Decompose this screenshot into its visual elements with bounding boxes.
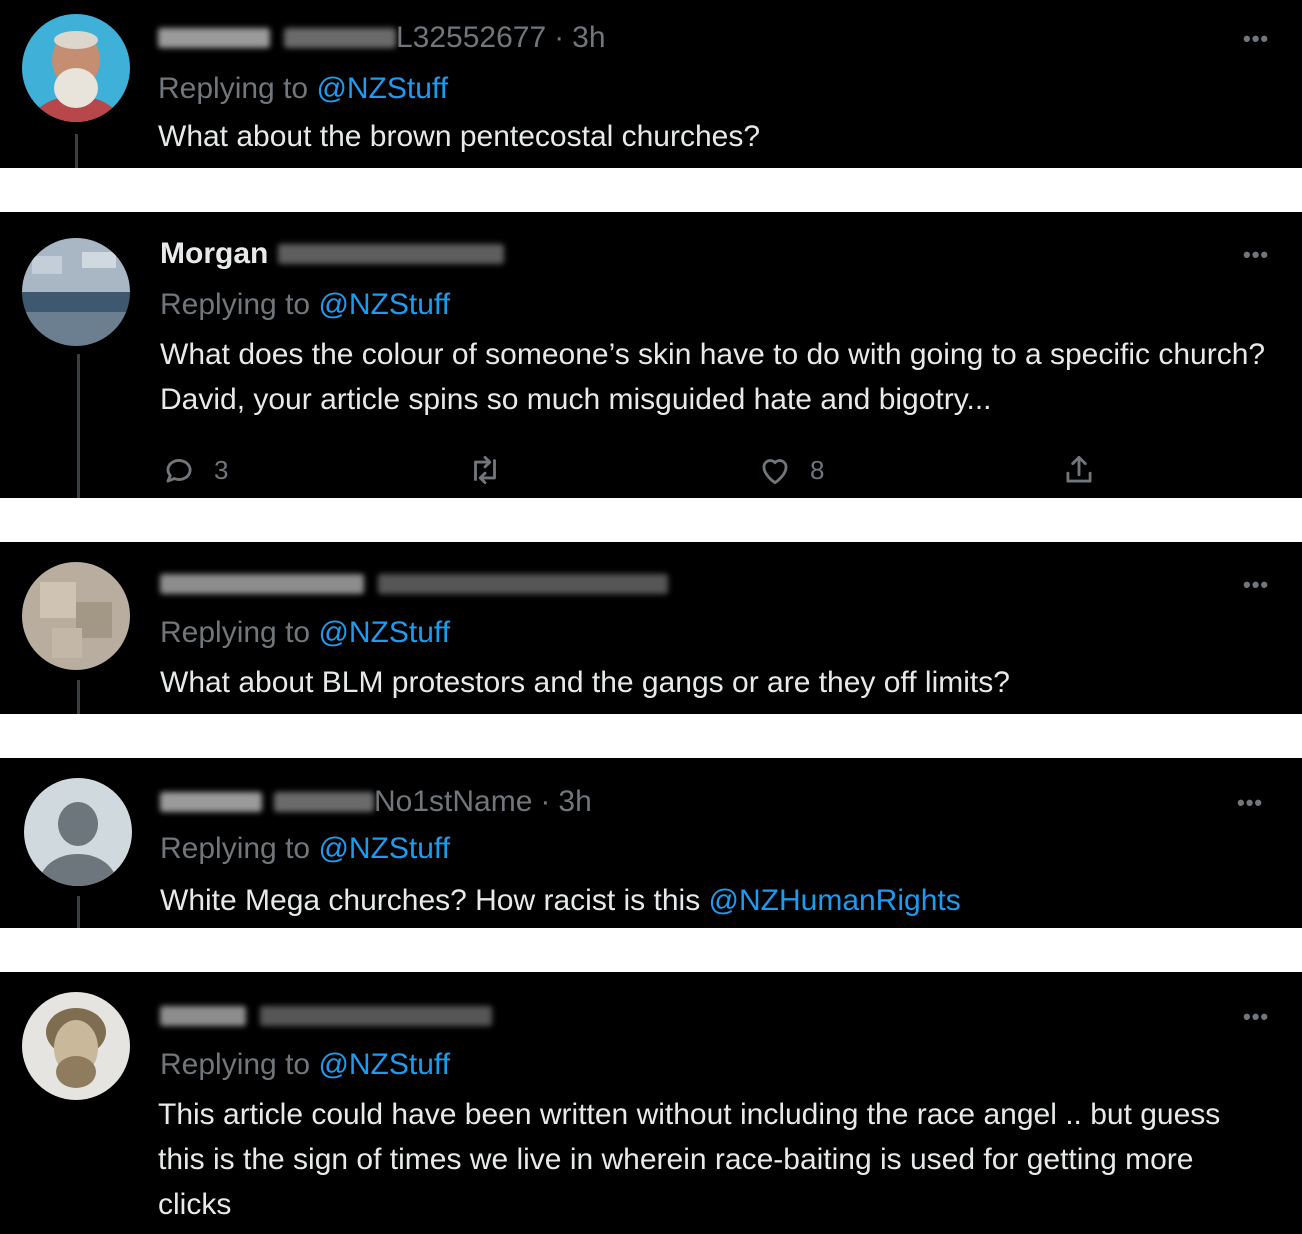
redacted-name <box>158 28 270 48</box>
mention-link[interactable]: @NZHumanRights <box>709 884 961 917</box>
tweet-text: What does the colour of someone’s skin h… <box>160 338 1266 416</box>
thread-line <box>75 134 78 168</box>
mention-link[interactable]: @NZStuff <box>316 72 448 105</box>
replying-to: Replying to @NZStuff <box>160 832 450 866</box>
tweet-card-5[interactable]: ••• Replying to @NZStuff This article co… <box>0 972 1302 1234</box>
more-icon[interactable]: ••• <box>1243 242 1269 268</box>
replying-prefix: Replying to <box>160 616 319 649</box>
reply-icon <box>166 459 192 483</box>
tweet-text: White Mega churches? How racist is this … <box>160 878 1272 923</box>
user-handle[interactable]: L32552677 <box>396 21 546 55</box>
tweet-header: L32552677 · 3h <box>158 18 606 58</box>
share-icon <box>1066 455 1092 483</box>
timestamp[interactable]: 3h <box>572 21 605 55</box>
tweet-card-2[interactable]: Morgan ••• Replying to @NZStuff What doe… <box>0 212 1302 498</box>
redacted-handle <box>284 28 396 48</box>
more-icon[interactable]: ••• <box>1243 1004 1269 1030</box>
replying-prefix: Replying to <box>160 288 319 321</box>
user-avatar[interactable] <box>24 778 132 886</box>
tweet-text: This article could have been written wit… <box>158 1098 1221 1221</box>
redacted-name <box>160 792 262 812</box>
timestamp[interactable]: 3h <box>558 785 591 819</box>
tweet-card-4[interactable]: No1stName · 3h ••• Replying to @NZStuff … <box>0 758 1302 928</box>
separator-dot: · <box>554 21 565 54</box>
like-count: 8 <box>810 454 825 485</box>
tweet-text-body: White Mega churches? How racist is this <box>160 884 709 917</box>
replying-prefix: Replying to <box>158 72 317 105</box>
tweet-header <box>160 996 492 1036</box>
user-handle[interactable]: No1stName <box>374 785 532 819</box>
user-avatar[interactable] <box>22 238 130 346</box>
redacted-name <box>160 574 364 594</box>
tweet-header: Morgan <box>160 234 505 274</box>
mention-link[interactable]: @NZStuff <box>318 616 450 649</box>
more-icon[interactable]: ••• <box>1243 26 1269 52</box>
mention-link[interactable]: @NZStuff <box>318 832 450 865</box>
tweet-header <box>160 564 668 604</box>
replying-to: Replying to @NZStuff <box>160 616 450 650</box>
redacted-handle <box>260 1006 492 1026</box>
mention-link[interactable]: @NZStuff <box>318 1048 450 1081</box>
tweet-actions: 3 8 <box>160 448 1120 492</box>
redacted-handle <box>278 244 505 264</box>
redacted-handle <box>378 574 668 594</box>
replying-to: Replying to @NZStuff <box>160 1048 450 1082</box>
like-button[interactable]: 8 <box>756 448 824 492</box>
redacted-name <box>160 1006 246 1026</box>
thread-line <box>77 680 80 714</box>
tweet-text: What about the brown pentecostal churche… <box>158 120 761 153</box>
tweet-text: What about BLM protestors and the gangs … <box>160 666 1010 699</box>
user-avatar[interactable] <box>22 14 130 122</box>
user-avatar[interactable] <box>22 562 130 670</box>
replying-to: Replying to @NZStuff <box>158 72 448 106</box>
more-icon[interactable]: ••• <box>1243 572 1269 598</box>
tweet-header: No1stName · 3h <box>160 782 592 822</box>
like-icon <box>762 459 788 485</box>
reply-button[interactable]: 3 <box>160 448 228 492</box>
retweet-icon <box>474 455 496 485</box>
reply-count: 3 <box>214 454 229 485</box>
thread-line <box>77 896 80 928</box>
thread-line <box>77 354 80 498</box>
replying-prefix: Replying to <box>160 1048 319 1081</box>
mention-link[interactable]: @NZStuff <box>318 288 450 321</box>
user-name[interactable]: Morgan <box>160 237 268 271</box>
user-avatar[interactable] <box>22 992 130 1100</box>
retweet-button[interactable] <box>466 448 504 492</box>
tweet-card-3[interactable]: ••• Replying to @NZStuff What about BLM … <box>0 542 1302 714</box>
share-button[interactable] <box>1060 448 1098 492</box>
replying-prefix: Replying to <box>160 832 319 865</box>
separator-dot: · <box>540 785 551 818</box>
replying-to: Replying to @NZStuff <box>160 288 450 322</box>
more-icon[interactable]: ••• <box>1237 790 1263 816</box>
redacted-handle <box>274 792 374 812</box>
tweet-card-1[interactable]: L32552677 · 3h ••• Replying to @NZStuff … <box>0 0 1302 168</box>
